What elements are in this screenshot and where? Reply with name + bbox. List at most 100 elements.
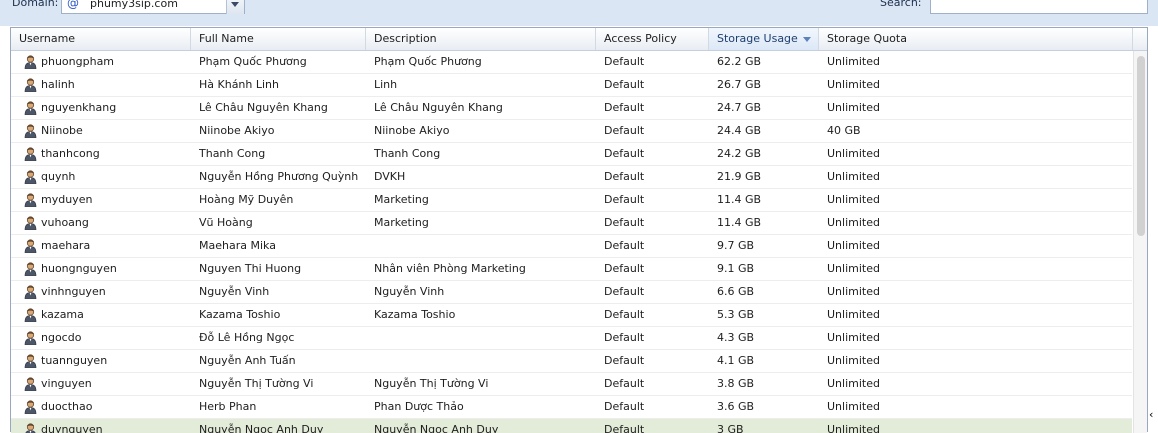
cell-access-policy-text: Default [604,101,645,114]
column-header-access-policy[interactable]: Access Policy [596,28,709,50]
column-header-storage-usage[interactable]: Storage Usage [709,28,819,50]
cell-storage-quota-text: Unlimited [827,285,880,298]
cell-storage-usage: 9.1 GB [709,258,819,280]
resize-arrow-icon: ‹ [1149,408,1154,421]
column-header-full-name[interactable]: Full Name [191,28,366,50]
table-row[interactable]: myduyen Hoàng Mỹ Duyên Marketing Default 11.… [11,189,1132,212]
user-icon [24,285,37,299]
column-header-storage-quota[interactable]: Storage Quota [819,28,1133,50]
cell-storage-usage-text: 11.4 GB [717,193,762,206]
users-grid: Username Full Name Description Access Po… [10,27,1148,433]
cell-storage-quota-text: Unlimited [827,239,880,252]
cell-description: Niinobe Akiyo [366,120,596,142]
cell-storage-quota-text: Unlimited [827,78,880,91]
cell-full-name: Hoàng Mỹ Duyên [191,189,366,211]
cell-description-text: Marketing [374,216,429,229]
cell-description: DVKH [366,166,596,188]
table-row[interactable]: vinguyen Nguyễn Thị Tường Vi Nguyễn Thị Tư… [11,373,1132,396]
cell-full-name: Kazama Toshio [191,304,366,326]
table-row[interactable]: duynguyen Nguyễn Ngọc Anh Duy Nguyễn Ngọc … [11,419,1132,433]
cell-username-text: vuhoang [41,216,89,229]
cell-full-name-text: Hà Khánh Linh [199,78,280,91]
cell-username-text: duocthao [41,400,93,413]
cell-storage-quota: Unlimited [819,350,1132,372]
domain-label: Domain: [12,0,59,9]
cell-full-name-text: Nguyễn Vinh [199,285,270,298]
cell-storage-usage: 24.4 GB [709,120,819,142]
cell-storage-usage-text: 9.7 GB [717,239,755,252]
cell-description-text: Nhân viên Phòng Marketing [374,262,526,275]
cell-full-name: Nguyễn Vinh [191,281,366,303]
sort-desc-icon [802,36,811,42]
cell-storage-quota-text: Unlimited [827,193,880,206]
vertical-scrollbar[interactable] [1133,51,1147,433]
cell-storage-quota-text: Unlimited [827,147,880,160]
cell-username: phuongpham [11,51,191,73]
table-row[interactable]: Niinobe Niinobe Akiyo Niinobe Akiyo Default… [11,120,1132,143]
cell-description-text: Lê Châu Nguyên Khang [374,101,503,114]
cell-access-policy: Default [596,419,709,433]
user-icon [24,400,37,414]
table-row[interactable]: phuongpham Phạm Quốc Phương Phạm Quốc Phươ… [11,51,1132,74]
cell-full-name-text: Kazama Toshio [199,308,281,321]
user-icon [24,124,37,138]
cell-full-name: Đỗ Lê Hồng Ngọc [191,327,366,349]
table-row[interactable]: thanhcong Thanh Cong Thanh Cong Default 24.2… [11,143,1132,166]
cell-description: Linh [366,74,596,96]
cell-full-name: Vũ Hoàng [191,212,366,234]
table-row[interactable]: ngocdo Đỗ Lê Hồng Ngọc Default 4.3 GB Unlimi… [11,327,1132,350]
user-icon [24,78,37,92]
cell-full-name-text: Nguyễn Hồng Phương Quỳnh [199,170,359,183]
table-row[interactable]: tuannguyen Nguyễn Anh Tuấn Default 4.1 GB Un… [11,350,1132,373]
cell-access-policy: Default [596,396,709,418]
cell-storage-usage: 6.6 GB [709,281,819,303]
cell-full-name: Hà Khánh Linh [191,74,366,96]
cell-storage-quota-text: Unlimited [827,331,880,344]
table-row[interactable]: maehara Maehara Mika Default 9.7 GB Unlimite… [11,235,1132,258]
table-row[interactable]: duocthao Herb Phan Phan Dược Thảo Default 3.… [11,396,1132,419]
search-input[interactable] [930,0,1148,14]
domain-select[interactable]: @ phumy3sip.com [61,0,245,14]
cell-description: Thanh Cong [366,143,596,165]
cell-username: duocthao [11,396,191,418]
table-row[interactable]: huongnguyen Nguyen Thi Huong Nhân viên Phò… [11,258,1132,281]
cell-storage-usage: 3 GB [709,419,819,433]
table-row[interactable]: halinh Hà Khánh Linh Linh Default 26.7 GB Unl… [11,74,1132,97]
cell-storage-quota: Unlimited [819,419,1132,433]
cell-username: myduyen [11,189,191,211]
cell-full-name-text: Herb Phan [199,400,257,413]
user-icon [24,193,37,207]
table-row[interactable]: vuhoang Vũ Hoàng Marketing Default 11.4 GB Un… [11,212,1132,235]
chevron-down-icon[interactable] [226,0,244,14]
cell-access-policy: Default [596,281,709,303]
table-row[interactable]: nguyenkhang Lê Châu Nguyên Khang Lê Châu N… [11,97,1132,120]
column-header-description[interactable]: Description [366,28,596,50]
cell-storage-quota-text: Unlimited [827,308,880,321]
column-header-username[interactable]: Username [11,28,191,50]
cell-access-policy: Default [596,212,709,234]
cell-description: Nhân viên Phòng Marketing [366,258,596,280]
table-row[interactable]: kazama Kazama Toshio Kazama Toshio Default 5… [11,304,1132,327]
cell-storage-quota: Unlimited [819,189,1132,211]
scrollbar-thumb[interactable] [1137,56,1145,236]
cell-access-policy-text: Default [604,285,645,298]
cell-storage-usage: 4.3 GB [709,327,819,349]
cell-storage-quota-text: Unlimited [827,400,880,413]
cell-storage-usage-text: 3.8 GB [717,377,755,390]
cell-storage-quota-text: Unlimited [827,354,880,367]
cell-storage-quota: Unlimited [819,304,1132,326]
cell-username-text: thanhcong [41,147,100,160]
cell-username-text: nguyenkhang [41,101,117,114]
table-row[interactable]: quynh Nguyễn Hồng Phương Quỳnh DVKH Default… [11,166,1132,189]
cell-storage-usage-text: 24.4 GB [717,124,762,137]
cell-storage-usage-text: 4.1 GB [717,354,755,367]
cell-storage-usage: 24.2 GB [709,143,819,165]
cell-full-name: Phạm Quốc Phương [191,51,366,73]
cell-access-policy: Default [596,143,709,165]
cell-username-text: phuongpham [41,55,115,68]
user-icon [24,147,37,161]
cell-username: vinguyen [11,373,191,395]
table-row[interactable]: vinhnguyen Nguyễn Vinh Nguyễn Vinh Default 6… [11,281,1132,304]
cell-storage-quota: Unlimited [819,373,1132,395]
cell-storage-usage: 9.7 GB [709,235,819,257]
